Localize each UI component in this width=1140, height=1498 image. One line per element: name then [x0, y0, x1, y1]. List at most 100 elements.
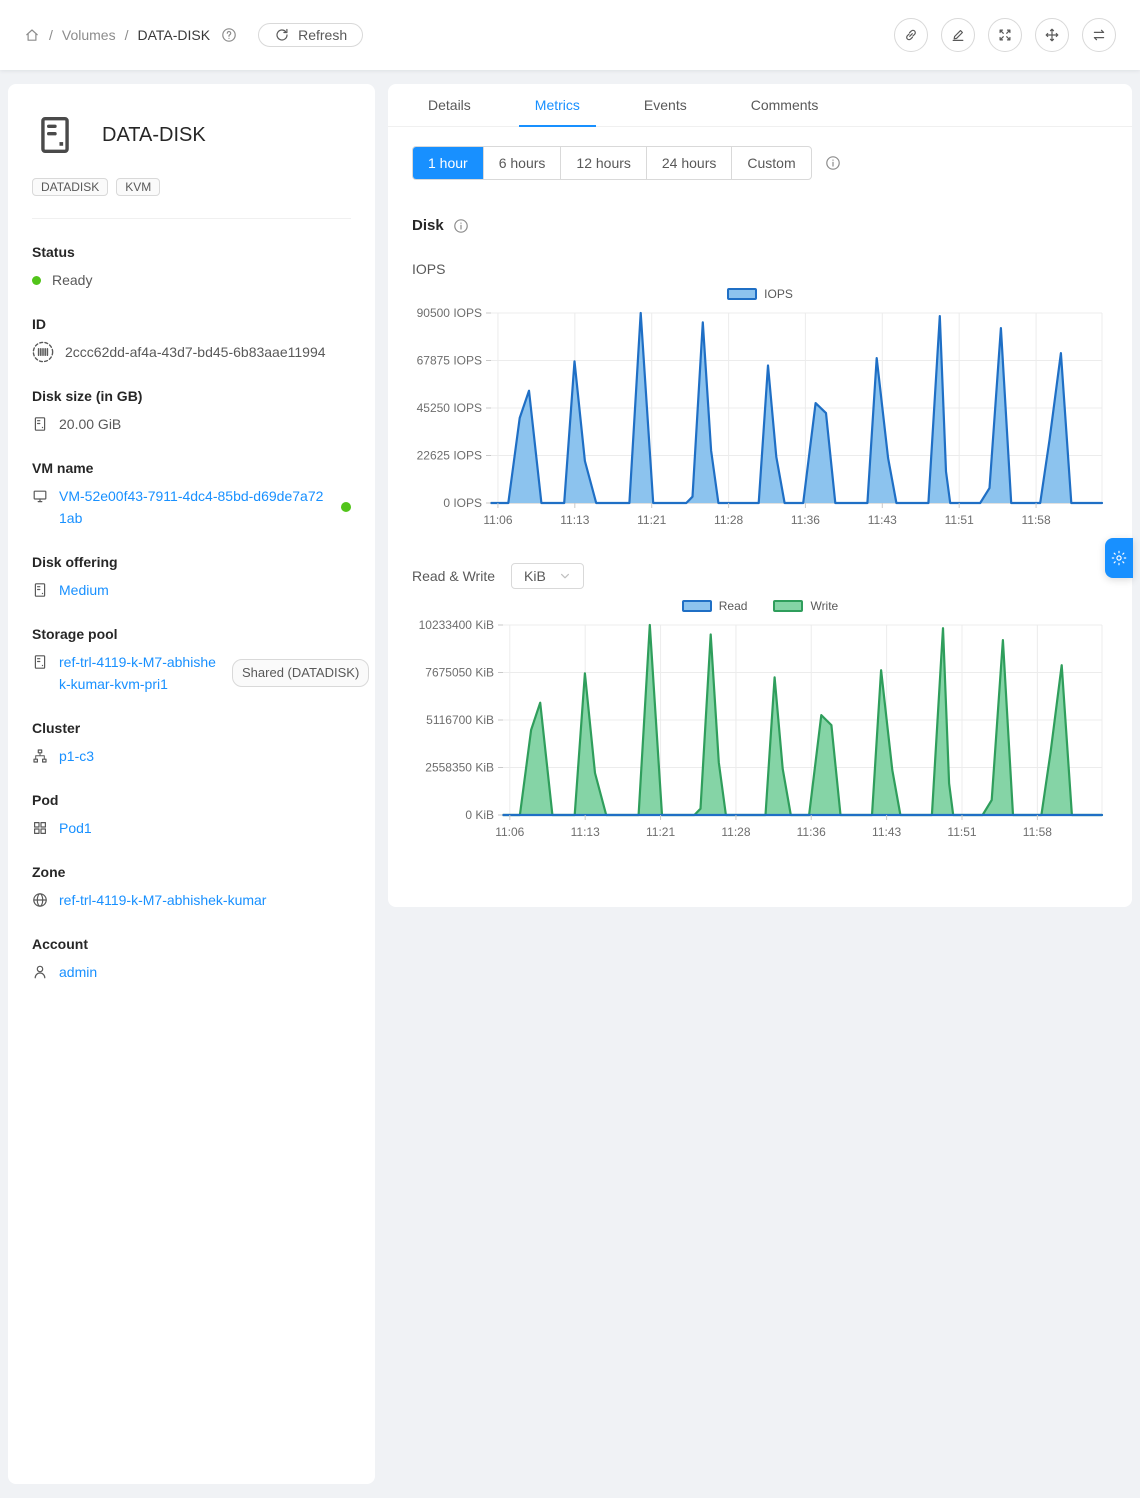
- hdd-icon: [32, 582, 48, 598]
- readwrite-chart: 0 KiB2558350 KiB5116700 KiB7675050 KiB10…: [412, 617, 1108, 849]
- volume-icon: [34, 114, 76, 156]
- expand-button[interactable]: [988, 18, 1022, 52]
- volume-header: DATA-DISK: [32, 108, 351, 156]
- volume-tags: DATADISK KVM: [32, 178, 351, 196]
- move-button[interactable]: [1035, 18, 1069, 52]
- time-range-row: 1 hour6 hours12 hours24 hoursCustom: [412, 146, 1108, 180]
- link-button[interactable]: [894, 18, 928, 52]
- tab-details[interactable]: Details: [412, 84, 487, 126]
- unit-select-value: KiB: [524, 568, 546, 584]
- field-zone-label: Zone: [32, 864, 351, 880]
- question-circle-icon[interactable]: [221, 27, 237, 43]
- field-vm-name-link[interactable]: VM-52e00f43-7911-4dc4-85bd-d69de7a721ab: [59, 485, 330, 529]
- link-icon: [903, 27, 919, 43]
- legend-swatch: [682, 600, 712, 612]
- divider: [32, 218, 351, 219]
- volume-detail-card: Details Metrics Events Comments 1 hour6 hou…: [388, 84, 1132, 907]
- breadcrumb-volumes-link[interactable]: Volumes: [62, 27, 116, 43]
- time-range-1-hour[interactable]: 1 hour: [413, 147, 483, 179]
- iops-chart: 0 IOPS22625 IOPS45250 IOPS67875 IOPS9050…: [412, 305, 1108, 537]
- field-cluster: Clusterp1-c3: [32, 720, 351, 767]
- field-status: Status Ready: [32, 244, 351, 291]
- volume-title: DATA-DISK: [102, 124, 206, 147]
- x-tick-label: 11:58: [1022, 513, 1051, 527]
- volume-fields: Status Ready ID 2ccc62dd-af4a-43d7-bd45-6b8…: [32, 244, 351, 983]
- readwrite-chart-title: Read & Write: [412, 568, 495, 584]
- field-id: ID 2ccc62dd-af4a-43d7-bd45-6b83aae11994: [32, 316, 351, 363]
- volume-tag: DATADISK: [32, 178, 108, 196]
- time-range-12-hours[interactable]: 12 hours: [560, 147, 645, 179]
- tab-comments[interactable]: Comments: [735, 84, 835, 126]
- y-tick-label: 0 IOPS: [443, 496, 482, 510]
- edit-button[interactable]: [941, 18, 975, 52]
- legend-item-iops[interactable]: IOPS: [727, 287, 793, 301]
- expand-arrows-icon: [997, 27, 1013, 43]
- reload-icon: [274, 27, 290, 43]
- field-disk-offering-label: Disk offering: [32, 554, 351, 570]
- field-account: Account admin: [32, 936, 351, 983]
- field-cluster-link[interactable]: p1-c3: [59, 745, 94, 767]
- field-status-label: Status: [32, 244, 351, 260]
- info-circle-icon[interactable]: [453, 218, 469, 234]
- field-status-text: Ready: [52, 269, 92, 291]
- breadcrumb-current: DATA-DISK: [137, 27, 210, 43]
- legend-label: Read: [719, 599, 748, 613]
- field-account-value: admin: [32, 961, 351, 983]
- time-range-6-hours[interactable]: 6 hours: [483, 147, 561, 179]
- y-tick-label: 7675050 KiB: [425, 666, 494, 680]
- field-id-value: 2ccc62dd-af4a-43d7-bd45-6b83aae11994: [32, 341, 351, 363]
- field-zone-value: ref-trl-4119-k-M7-abhishek-kumar: [32, 889, 351, 911]
- swap-button[interactable]: [1082, 18, 1116, 52]
- gear-icon: [1111, 550, 1127, 566]
- settings-fab[interactable]: [1105, 538, 1133, 578]
- x-tick-label: 11:28: [714, 513, 743, 527]
- field-pod-value: Pod1: [32, 817, 351, 839]
- edit-icon: [950, 27, 966, 43]
- legend-item-read[interactable]: Read: [682, 599, 748, 613]
- field-disk-size-label: Disk size (in GB): [32, 388, 351, 404]
- field-vm-name-value: VM-52e00f43-7911-4dc4-85bd-d69de7a721ab: [32, 485, 351, 529]
- field-storage-pool-link[interactable]: ref-trl-4119-k-M7-abhishek-kumar-kvm-pri…: [59, 651, 219, 695]
- breadcrumb-separator: /: [49, 27, 53, 43]
- iops-chart-container: IOPS 0 IOPS22625 IOPS45250 IOPS67875 IOPS…: [412, 285, 1108, 537]
- field-vm-name: VM nameVM-52e00f43-7911-4dc4-85bd-d69de7…: [32, 460, 351, 529]
- field-cluster-value: p1-c3: [32, 745, 351, 767]
- legend-swatch: [773, 600, 803, 612]
- refresh-label: Refresh: [298, 27, 347, 43]
- legend-label: IOPS: [764, 287, 793, 301]
- x-tick-label: 11:43: [868, 513, 897, 527]
- readwrite-row: Read & Write KiB: [412, 563, 1108, 589]
- field-zone-link[interactable]: ref-trl-4119-k-M7-abhishek-kumar: [59, 889, 266, 911]
- field-zone: Zone ref-trl-4119-k-M7-abhishek-kumar: [32, 864, 351, 911]
- breadcrumb-separator: /: [125, 27, 129, 43]
- field-pod-link[interactable]: Pod1: [59, 817, 92, 839]
- refresh-button[interactable]: Refresh: [258, 23, 363, 47]
- field-disk-offering-link[interactable]: Medium: [59, 579, 109, 601]
- time-range-24-hours[interactable]: 24 hours: [646, 147, 731, 179]
- volume-tag: KVM: [116, 178, 160, 196]
- legend-label: Write: [810, 599, 838, 613]
- legend-swatch: [727, 288, 757, 300]
- x-tick-label: 11:43: [872, 825, 901, 839]
- time-range-custom[interactable]: Custom: [731, 147, 810, 179]
- field-pod: PodPod1: [32, 792, 351, 839]
- x-tick-label: 11:21: [637, 513, 666, 527]
- y-tick-label: 45250 IOPS: [417, 401, 482, 415]
- status-dot: [32, 276, 41, 285]
- field-disk-size: Disk size (in GB)20.00 GiB: [32, 388, 351, 435]
- info-circle-icon[interactable]: [825, 155, 841, 171]
- field-id-label: ID: [32, 316, 351, 332]
- legend-item-write[interactable]: Write: [773, 599, 838, 613]
- tab-metrics[interactable]: Metrics: [519, 84, 596, 126]
- field-disk-offering-value: Medium: [32, 579, 351, 601]
- x-tick-label: 11:21: [646, 825, 675, 839]
- readwrite-chart-container: Read Write 0 KiB2558350 KiB5116700 KiB7675…: [412, 597, 1108, 849]
- field-disk-offering: Disk offering Medium: [32, 554, 351, 601]
- field-account-label: Account: [32, 936, 351, 952]
- field-account-link[interactable]: admin: [59, 961, 97, 983]
- y-tick-label: 2558350 KiB: [425, 761, 494, 775]
- unit-select[interactable]: KiB: [511, 563, 584, 589]
- tab-events[interactable]: Events: [628, 84, 703, 126]
- field-storage-pool-tag: Shared (DATADISK): [232, 659, 369, 687]
- home-icon[interactable]: [24, 27, 40, 43]
